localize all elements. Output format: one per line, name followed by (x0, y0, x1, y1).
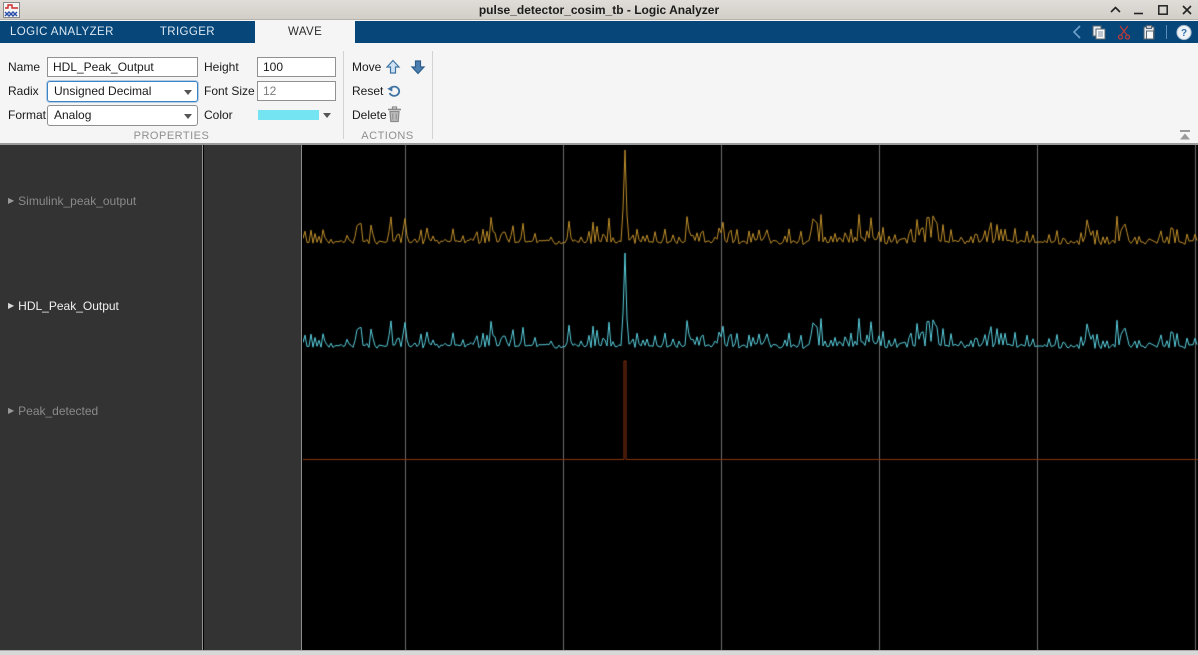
close-icon[interactable] (1180, 3, 1194, 17)
tab-logic-analyzer[interactable]: LOGIC ANALYZER (0, 21, 128, 43)
copy-icon[interactable] (1091, 24, 1107, 40)
section-divider (432, 51, 433, 139)
horizontal-scrollbar[interactable] (0, 650, 1198, 655)
signal-names-panel: ▶ Simulink_peak_output ▶ HDL_Peak_Output… (0, 145, 203, 650)
reset-label: Reset (352, 81, 383, 101)
chevron-down-icon (184, 114, 192, 119)
delete-label: Delete (352, 105, 387, 125)
format-value: Analog (54, 108, 91, 122)
help-icon[interactable]: ? (1176, 24, 1192, 40)
reset-button[interactable] (385, 82, 403, 100)
maximize-icon[interactable] (1156, 3, 1170, 17)
wave-toolstrip: Name Radix Unsigned Decimal Format Analo… (0, 43, 1198, 145)
collapse-toolstrip-icon[interactable] (1178, 128, 1192, 140)
trash-icon (387, 106, 402, 123)
actions-section-label: ACTIONS (343, 130, 432, 142)
quick-access-toolbar: ? (1072, 21, 1192, 43)
font-size-input[interactable] (257, 81, 336, 101)
signal-label: HDL_Peak_Output (18, 299, 119, 313)
signal-values-panel (204, 145, 302, 650)
arrow-down-icon (410, 59, 426, 75)
color-label: Color (204, 105, 233, 125)
radix-value: Unsigned Decimal (54, 84, 151, 98)
move-label: Move (352, 57, 381, 77)
delete-button[interactable] (385, 105, 403, 123)
move-up-button[interactable] (384, 58, 402, 76)
arrow-up-icon (385, 59, 401, 75)
cut-icon[interactable] (1116, 24, 1132, 40)
font-size-label: Font Size (204, 81, 255, 101)
format-label: Format (8, 105, 46, 125)
waveform-plot[interactable] (303, 145, 1198, 650)
minimize-icon[interactable] (1132, 3, 1146, 17)
radix-label: Radix (8, 81, 39, 101)
waveform-canvas[interactable] (303, 145, 1198, 650)
collapse-window-icon[interactable] (1108, 3, 1122, 17)
signal-row-hdl-peak-output[interactable]: ▶ HDL_Peak_Output (8, 298, 119, 314)
chevron-down-icon (184, 90, 192, 95)
name-input[interactable] (47, 57, 198, 77)
color-swatch (258, 110, 319, 120)
undo-icon (386, 83, 403, 99)
chevron-down-icon (323, 113, 331, 118)
ribbon-tab-bar: LOGIC ANALYZER TRIGGER WAVE (0, 21, 1198, 43)
signal-row-peak-detected[interactable]: ▶ Peak_detected (8, 403, 98, 419)
expand-arrow-icon[interactable]: ▶ (8, 193, 14, 209)
waveform-viewer: ▶ Simulink_peak_output ▶ HDL_Peak_Output… (0, 145, 1198, 650)
logic-analyzer-window: pulse_detector_cosim_tb - Logic Analyzer… (0, 0, 1198, 655)
tab-trigger[interactable]: TRIGGER (146, 21, 229, 43)
move-down-button[interactable] (409, 58, 427, 76)
format-dropdown[interactable]: Analog (47, 105, 198, 126)
radix-dropdown[interactable]: Unsigned Decimal (47, 81, 198, 102)
expand-arrow-icon[interactable]: ▶ (8, 298, 14, 314)
svg-text:?: ? (1181, 27, 1187, 38)
signal-row-simulink-peak-output[interactable]: ▶ Simulink_peak_output (8, 193, 136, 209)
window-title: pulse_detector_cosim_tb - Logic Analyzer (0, 0, 1198, 20)
signal-label: Simulink_peak_output (18, 194, 136, 208)
height-label: Height (204, 57, 239, 77)
properties-section-label: PROPERTIES (0, 130, 343, 142)
section-divider (343, 51, 344, 139)
expand-arrow-icon[interactable]: ▶ (8, 403, 14, 419)
color-picker[interactable] (258, 105, 336, 126)
toolbar-divider (1166, 25, 1167, 39)
paste-icon[interactable] (1141, 24, 1157, 40)
signal-label: Peak_detected (18, 404, 98, 418)
chevron-left-icon[interactable] (1072, 25, 1082, 39)
title-bar: pulse_detector_cosim_tb - Logic Analyzer (0, 0, 1198, 20)
tab-wave[interactable]: WAVE (255, 21, 355, 43)
name-label: Name (8, 57, 40, 77)
height-input[interactable] (257, 57, 336, 77)
